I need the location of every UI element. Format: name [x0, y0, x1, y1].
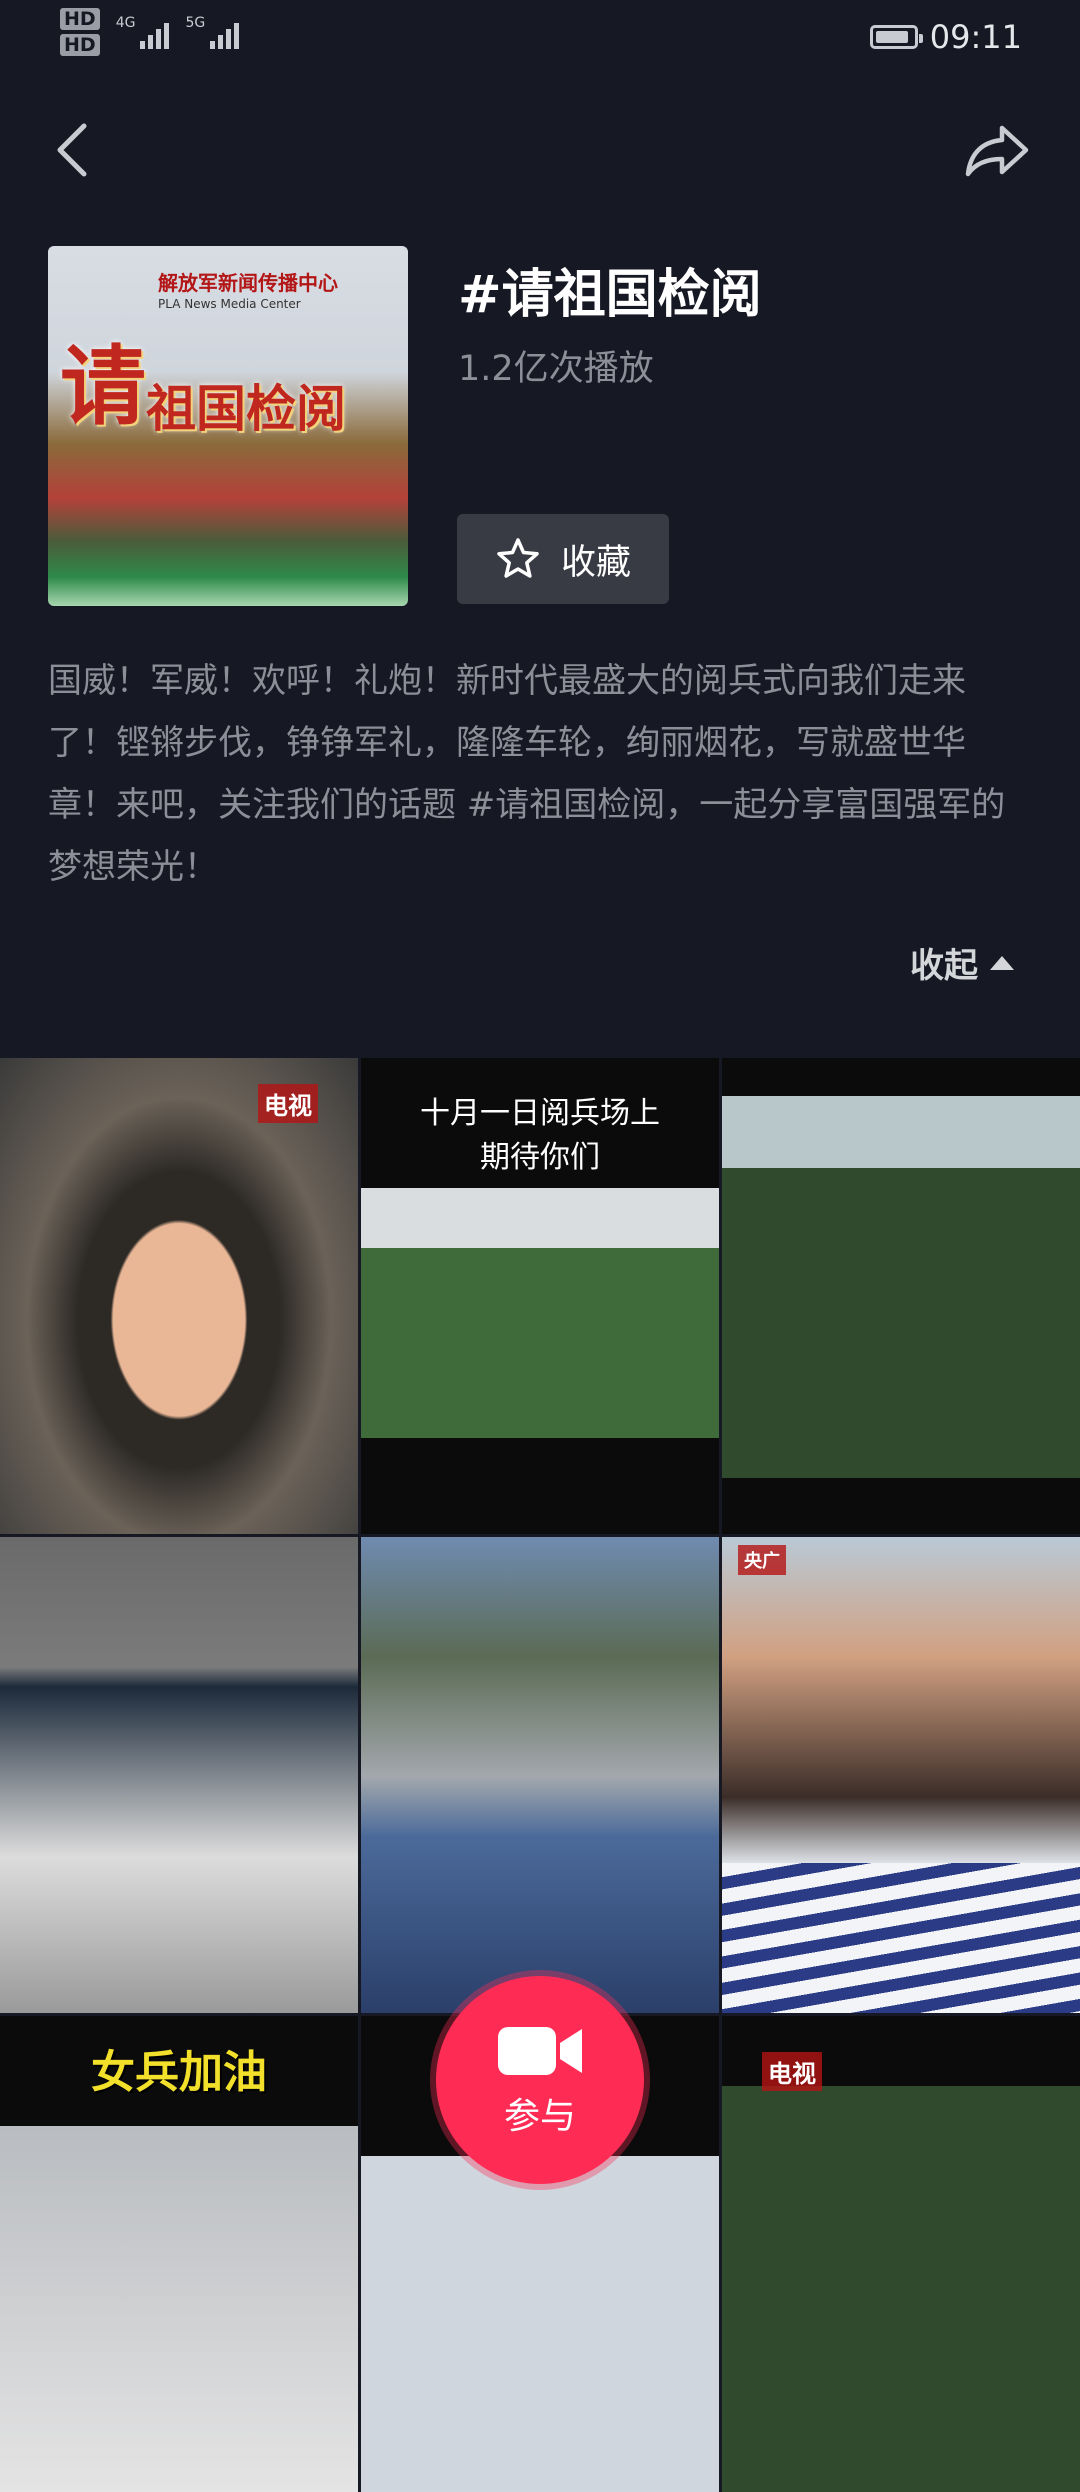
favorite-label: 收藏 [560, 542, 631, 583]
video-thumbnail-2[interactable]: 十月一日阅兵场上 期待你们 [361, 1058, 719, 1534]
cover-title-char: 请 [60, 336, 146, 437]
channel-tag: 电视 [258, 1084, 318, 1123]
back-button[interactable] [48, 118, 98, 182]
video-caption-line-2: 期待你们 [480, 1140, 600, 1175]
clock: 09:11 [929, 18, 1022, 56]
video-camera-icon [498, 2027, 582, 2075]
network-4g-label: 4G [115, 15, 136, 31]
triangle-up-icon [990, 955, 1014, 970]
cover-title-rest: 祖国检阅 [146, 379, 346, 438]
battery-icon [869, 25, 923, 49]
cover-logo-text: 解放军新闻传播中心 [158, 271, 338, 295]
hd-badge-1: HD [60, 8, 100, 30]
status-left: HD HD 4G 5G [60, 8, 240, 56]
hd-badge-2: HD [60, 34, 100, 56]
video-thumbnail-7[interactable]: 女兵加油 [0, 2016, 358, 2492]
channel-tag: 央广 [738, 1545, 786, 1575]
topic-cover-image: 解放军新闻传播中心 PLA News Media Center 请祖国检阅 [48, 246, 408, 606]
favorite-button[interactable]: 收藏 [457, 514, 669, 604]
play-count: 1.2亿次播放 [458, 349, 654, 389]
hd-indicators: HD HD [60, 8, 100, 56]
video-thumbnail-9[interactable]: 电视 [722, 2016, 1080, 2492]
share-button[interactable] [962, 118, 1032, 182]
participate-button[interactable]: 参与 [436, 1976, 644, 2184]
video-caption: 十月一日阅兵场上 期待你们 [361, 1092, 719, 1180]
video-thumbnail-1[interactable]: 电视 [0, 1058, 358, 1534]
collapse-label: 收起 [910, 946, 978, 986]
signal-4g-icon: 4G [116, 15, 170, 49]
video-thumbnail-5[interactable] [361, 1537, 719, 2013]
topic-description: 国威！军威！欢呼！礼炮！新时代最盛大的阅兵式向我们走来了！铿锵步伐，铮铮军礼，隆… [48, 661, 1006, 887]
cover-logo: 解放军新闻传播中心 PLA News Media Center [158, 264, 338, 311]
participate-label: 参与 [503, 2096, 576, 2137]
topic-title: #请祖国检阅 [458, 265, 762, 325]
video-thumbnail-6[interactable]: 央广 [722, 1537, 1080, 2013]
video-thumbnail-4[interactable] [0, 1537, 358, 2013]
video-caption: 女兵加油 [91, 2047, 267, 2098]
share-arrow-icon [965, 125, 1029, 177]
thumbnail-detail [722, 1863, 1080, 2013]
video-caption-line-1: 十月一日阅兵场上 [420, 1096, 660, 1131]
signal-5g-icon: 5G [185, 15, 240, 49]
channel-tag: 电视 [762, 2052, 822, 2091]
status-bar: HD HD 4G 5G 09:11 [0, 0, 1080, 80]
collapse-button[interactable]: 收起 [910, 938, 1014, 987]
star-outline-icon [497, 538, 539, 578]
video-thumbnail-3[interactable] [722, 1058, 1080, 1534]
chevron-left-icon [57, 123, 87, 177]
cover-logo-sub: PLA News Media Center [158, 297, 301, 311]
cover-title: 请祖国检阅 [60, 316, 346, 441]
status-right: 09:11 [869, 18, 1022, 56]
network-5g-label: 5G [185, 15, 206, 31]
